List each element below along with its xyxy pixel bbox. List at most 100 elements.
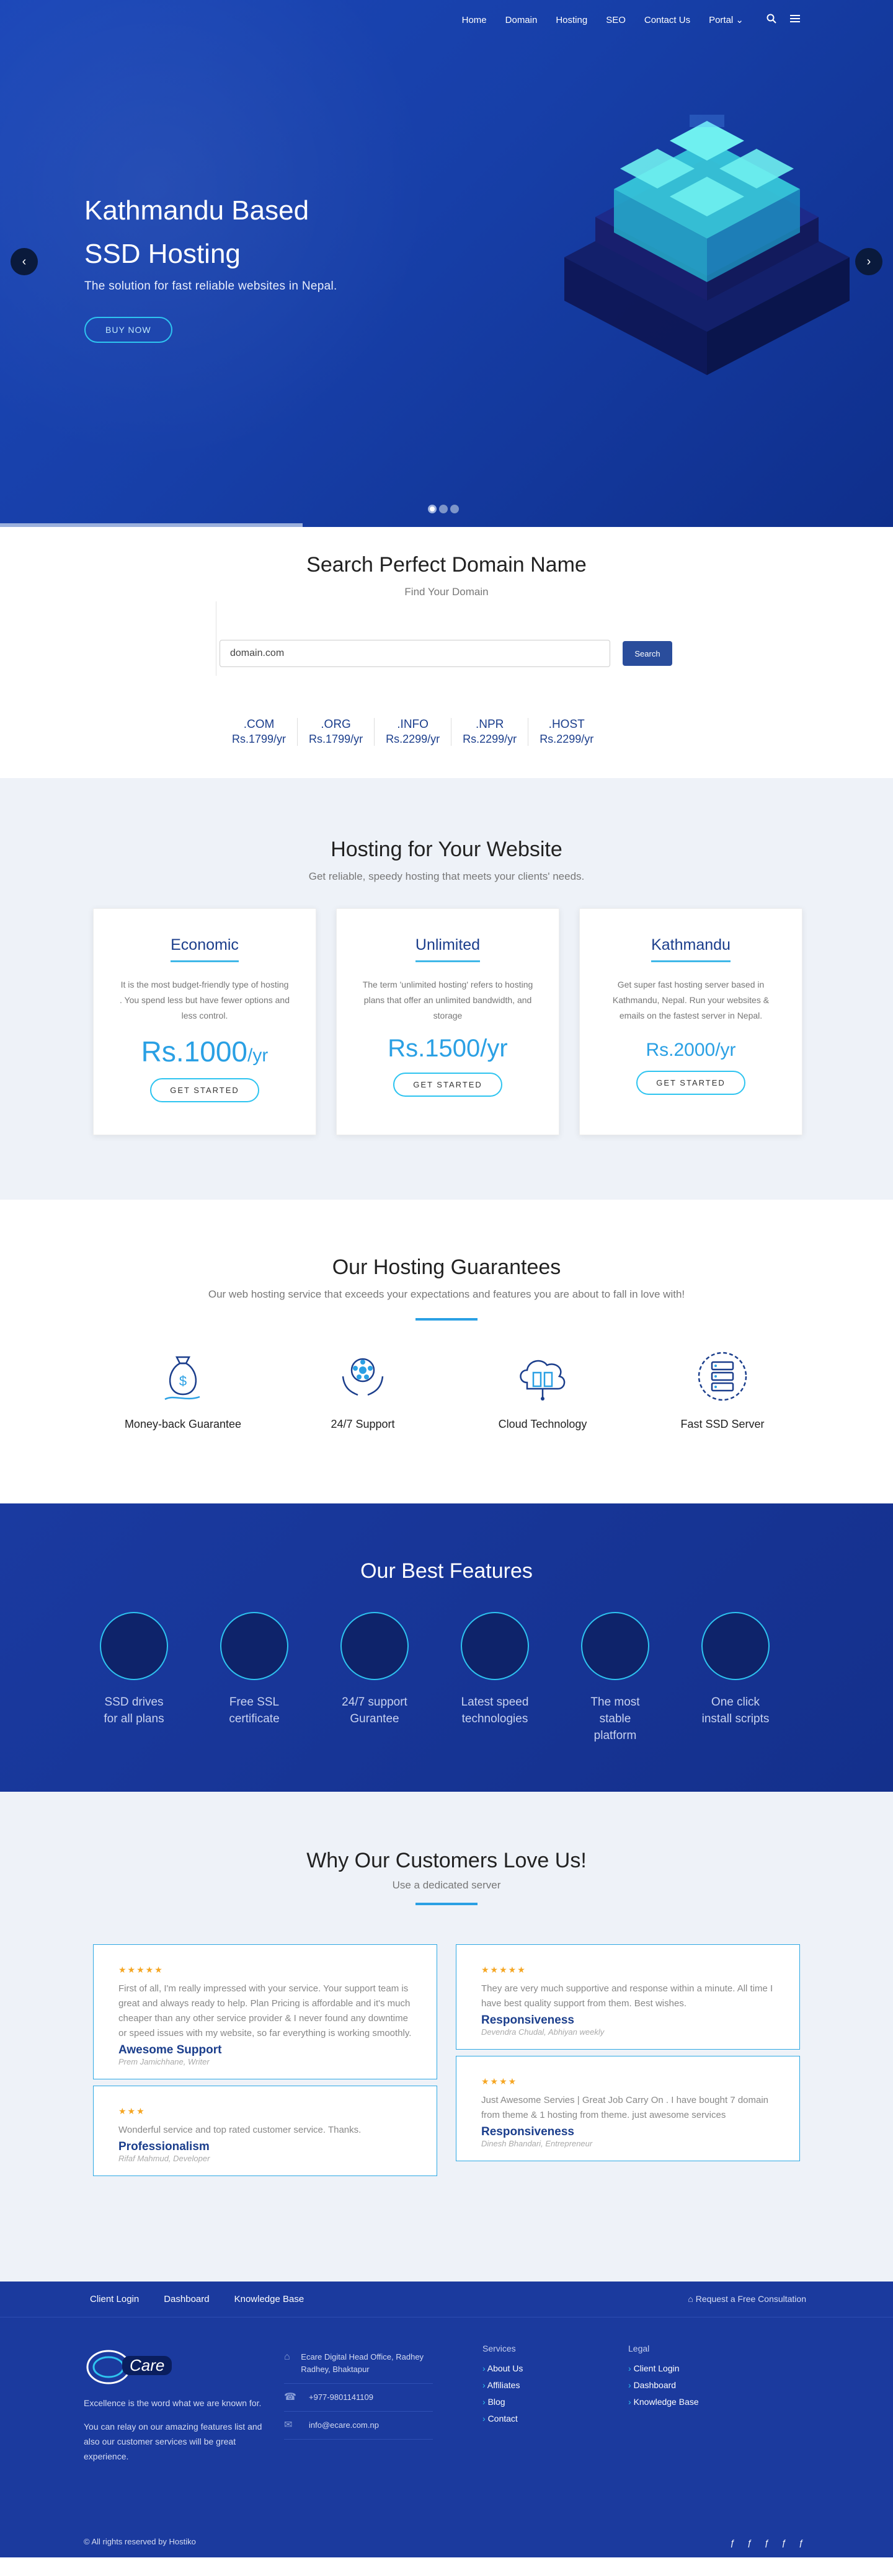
chevron-right-icon: ›: [866, 254, 871, 268]
get-started-button[interactable]: GET STARTED: [636, 1071, 745, 1095]
testimonial-heading: Professionalism: [118, 2140, 210, 2153]
accent-line: [415, 1903, 478, 1905]
home-icon: ⌂: [688, 2294, 696, 2304]
guarantees-section: Our Hosting Guarantees Our web hosting s…: [0, 1200, 893, 1503]
testimonial-author: Dinesh Bhandari, Entrepreneur: [481, 2139, 593, 2148]
plan-price-unit: /yr: [247, 1045, 269, 1066]
guarantee-item: Fast SSD Server: [633, 1348, 812, 1431]
plan-card-kathmandu: Kathmandu Get super fast hosting server …: [579, 908, 802, 1135]
tld-price: Rs.2299/yr: [386, 733, 440, 745]
hosting-title: Hosting for Your Website: [331, 838, 562, 861]
tld-item: .HOST Rs.2299/yr: [528, 718, 605, 746]
nav-contact[interactable]: Contact Us: [644, 15, 690, 25]
features-section: Our Best Features SSD drives for all plan…: [0, 1503, 893, 1792]
plan-price: Rs.1500/yr: [388, 1035, 508, 1062]
tld-price-list: .COM Rs.1799/yr .ORG Rs.1799/yr .INFO Rs.22…: [221, 718, 605, 746]
footer-client-login-link[interactable]: Client Login: [90, 2294, 139, 2304]
feature-icon: [701, 1612, 770, 1680]
footer-body: Care Excellence is the word what we are …: [84, 2344, 893, 2464]
feature-label: Latest speed technologies: [460, 1694, 530, 1727]
plan-price: Rs.2000/yr: [646, 1040, 736, 1060]
plan-name: Economic: [171, 936, 239, 962]
nav-portal[interactable]: Portal ⌄: [709, 14, 744, 25]
nav-seo[interactable]: SEO: [606, 15, 626, 25]
get-started-button[interactable]: GET STARTED: [393, 1073, 502, 1097]
location-icon: ⌂: [284, 2352, 290, 2362]
legal-title: Legal: [628, 2344, 650, 2353]
plan-name: Unlimited: [415, 936, 481, 962]
footer-link-client-login[interactable]: Client Login: [628, 2363, 699, 2373]
feature-label: 24/7 support Gurantee: [340, 1694, 409, 1727]
guarantee-list: $ Money-back Guarantee 24/7 Support Clou…: [93, 1348, 812, 1431]
contact-address: ⌂ Ecare Digital Head Office, Radhey Radhe…: [284, 2344, 433, 2384]
testimonial-column-left: ★★★★★ First of all, I'm really impressed…: [93, 1944, 437, 2176]
feature-icon: [100, 1612, 168, 1680]
nav-hosting[interactable]: Hosting: [556, 15, 587, 25]
guarantee-item: Cloud Technology: [453, 1348, 633, 1431]
footer-link-affiliates[interactable]: Affiliates: [482, 2380, 523, 2390]
footer-knowledge-base-link[interactable]: Knowledge Base: [234, 2294, 304, 2304]
testimonial-card: ★★★★★ They are very much supportive and …: [456, 1944, 800, 2050]
footer-dashboard-link[interactable]: Dashboard: [164, 2294, 209, 2304]
hero-title-line1: Kathmandu Based: [84, 195, 309, 226]
domain-section: Search Perfect Domain Name Find Your Dom…: [0, 527, 893, 778]
footer-link-knowledge-base[interactable]: Knowledge Base: [628, 2397, 699, 2407]
slide-progress-bar: [0, 523, 303, 527]
tld-name: .COM: [243, 718, 275, 731]
svg-text:$: $: [179, 1373, 187, 1389]
feature-item: Latest speed technologies: [460, 1612, 530, 1744]
nav-home[interactable]: Home: [462, 15, 487, 25]
tld-price: Rs.2299/yr: [463, 733, 517, 745]
guarantee-label: 24/7 Support: [331, 1418, 395, 1430]
carousel-next-button[interactable]: ›: [855, 248, 882, 275]
guarantee-label: Fast SSD Server: [680, 1418, 765, 1430]
testimonial-heading: Awesome Support: [118, 2043, 222, 2056]
footer-services: Services About Us Affiliates Blog Contac…: [482, 2344, 523, 2430]
feature-list: SSD drives for all plans Free SSL certific…: [99, 1612, 770, 1744]
carousel-prev-button[interactable]: ‹: [11, 248, 38, 275]
hero-subtitle: The solution for fast reliable websites …: [84, 280, 337, 293]
feature-item: The most stable platform: [580, 1612, 650, 1744]
rating-stars: ★★★★: [481, 2076, 518, 2086]
chevron-left-icon: ‹: [22, 254, 27, 268]
menu-icon[interactable]: [790, 14, 800, 26]
plan-price: Rs.1000/yr: [118, 1035, 291, 1068]
testimonial-heading: Responsiveness: [481, 2125, 574, 2138]
plan-list: Economic It is the most budget-friendly …: [93, 908, 802, 1135]
search-icon[interactable]: [766, 14, 776, 27]
feature-item: One click install scripts: [701, 1612, 770, 1744]
footer-link-dashboard[interactable]: Dashboard: [628, 2380, 699, 2390]
email-text[interactable]: info@ecare.com.np: [309, 2419, 379, 2432]
buy-now-button[interactable]: BUY NOW: [84, 317, 172, 343]
plan-description: It is the most budget-friendly type of h…: [120, 980, 290, 1020]
footer: Client Login Dashboard Knowledge Base ⌂ …: [0, 2282, 893, 2557]
domain-search-button[interactable]: Search: [623, 641, 672, 666]
footer-link-about[interactable]: About Us: [482, 2363, 523, 2373]
hosting-subtitle: Get reliable, speedy hosting that meets …: [308, 870, 585, 882]
testimonial-author: Rifaf Mahmud, Developer: [118, 2154, 210, 2163]
carousel-dot-1[interactable]: [428, 505, 437, 513]
footer-link-contact[interactable]: Contact: [482, 2414, 523, 2423]
free-consultation-link[interactable]: ⌂ Request a Free Consultation: [688, 2294, 806, 2304]
phone-text[interactable]: +977-9801141109: [309, 2391, 373, 2404]
domain-search-form: Search: [220, 640, 672, 667]
domain-search-input[interactable]: [220, 640, 610, 667]
feature-icon: [581, 1612, 649, 1680]
get-started-button[interactable]: GET STARTED: [150, 1078, 259, 1102]
services-title: Services: [482, 2344, 516, 2353]
carousel-dot-2[interactable]: [439, 505, 448, 513]
tld-name: .HOST: [548, 718, 585, 731]
carousel-dot-3[interactable]: [450, 505, 459, 513]
tld-name: .ORG: [321, 718, 351, 731]
footer-legal: Legal Client Login Dashboard Knowledge B…: [628, 2344, 699, 2414]
nav-domain[interactable]: Domain: [505, 15, 538, 25]
social-icons[interactable]: ƒ ƒ ƒ ƒ ƒ: [731, 2538, 809, 2547]
feature-icon: [340, 1612, 409, 1680]
footer-link-blog[interactable]: Blog: [482, 2397, 523, 2407]
top-nav: Home Domain Hosting SEO Contact Us Porta…: [0, 0, 893, 40]
feature-label: The most stable platform: [580, 1694, 650, 1744]
testimonials-section: Why Our Customers Love Us! Use a dedicat…: [0, 1792, 893, 2282]
feature-label-line2: certificate: [229, 1712, 280, 1725]
feature-label-line1: Free SSL: [229, 1696, 280, 1709]
ecare-logo[interactable]: Care: [84, 2344, 189, 2387]
